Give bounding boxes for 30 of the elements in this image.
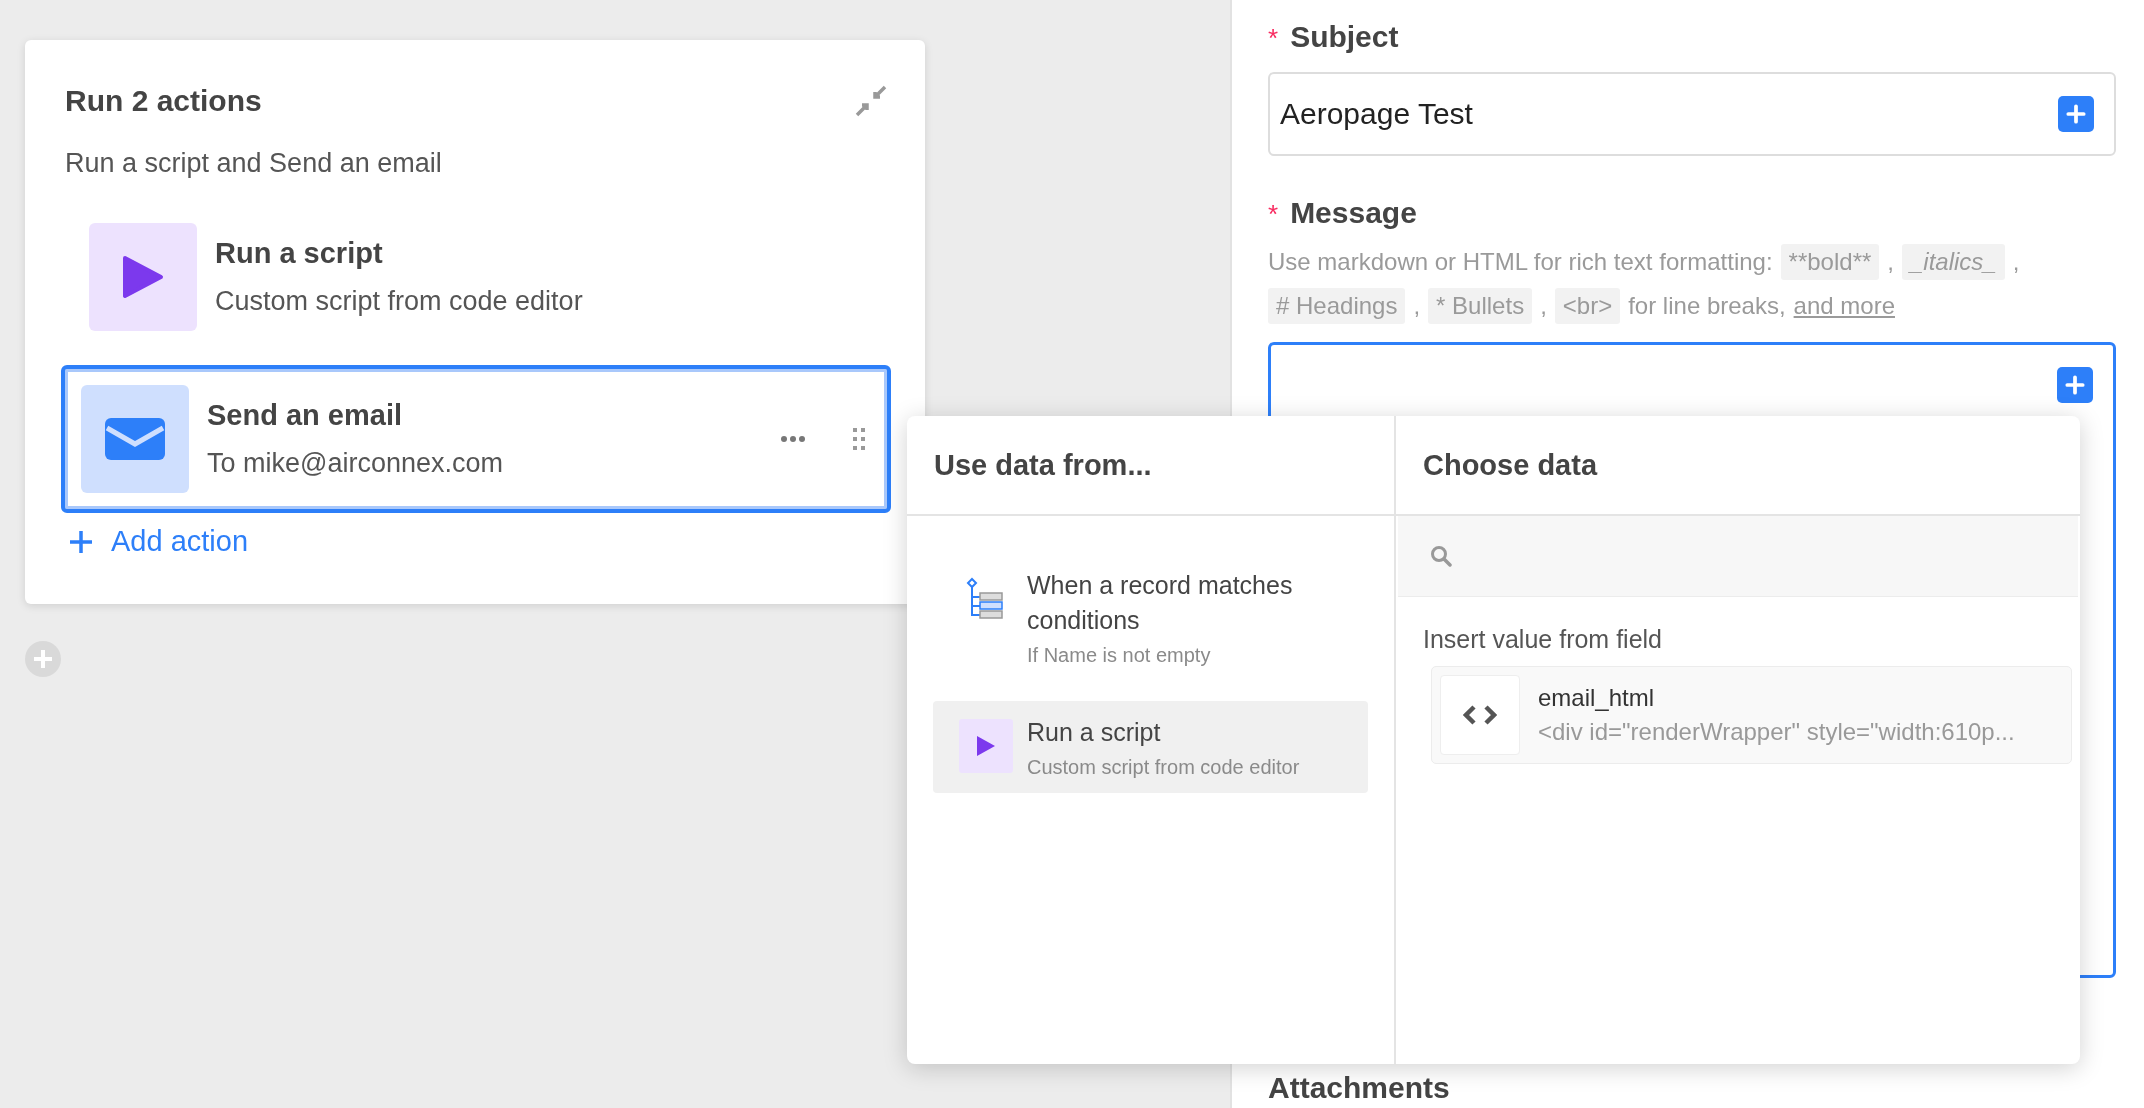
card-subtitle: Run a script and Send an email — [65, 148, 443, 179]
action-title: Send an email — [207, 399, 403, 432]
code-chip: # Headings — [1268, 288, 1406, 324]
code-chip: **bold** — [1780, 244, 1880, 280]
field-name: email_html — [1538, 684, 1656, 712]
section-label: Insert value from field — [1422, 624, 1663, 655]
help-text: , — [1540, 292, 1547, 320]
help-text: Use markdown or HTML for rich text formatting: — [1268, 248, 1773, 276]
help-text: for line breaks, — [1628, 292, 1786, 320]
code-chip: <br> — [1554, 288, 1621, 324]
card-title: Run 2 actions — [65, 84, 262, 118]
code-chip: _italics_ — [1902, 244, 2005, 280]
help-text: , — [2012, 248, 2020, 276]
required-marker: * — [1268, 23, 1279, 54]
attachments-label: Attachments — [1268, 1071, 1451, 1105]
source-description: Custom script from code editor — [1027, 756, 1300, 779]
help-text: , — [1413, 292, 1421, 320]
help-text: , — [1887, 248, 1894, 276]
source-title: Run a script — [1027, 717, 1162, 748]
source-title: When a record matches conditions — [1027, 570, 1294, 636]
field-preview: <div id="renderWrapper" style="width:610p... — [1538, 718, 2015, 746]
column-title: Use data from... — [907, 416, 1394, 516]
code-chip: * Bullets — [1428, 288, 1533, 324]
subject-label: Subject — [1290, 20, 1399, 54]
required-marker: * — [1268, 199, 1279, 230]
source-description: If Name is not empty — [1027, 644, 1212, 667]
message-label: Message — [1290, 196, 1417, 230]
action-description: To mike@airconnex.com — [207, 448, 504, 479]
action-title: Run a script — [215, 237, 384, 270]
action-description: Custom script from code editor — [215, 286, 584, 317]
